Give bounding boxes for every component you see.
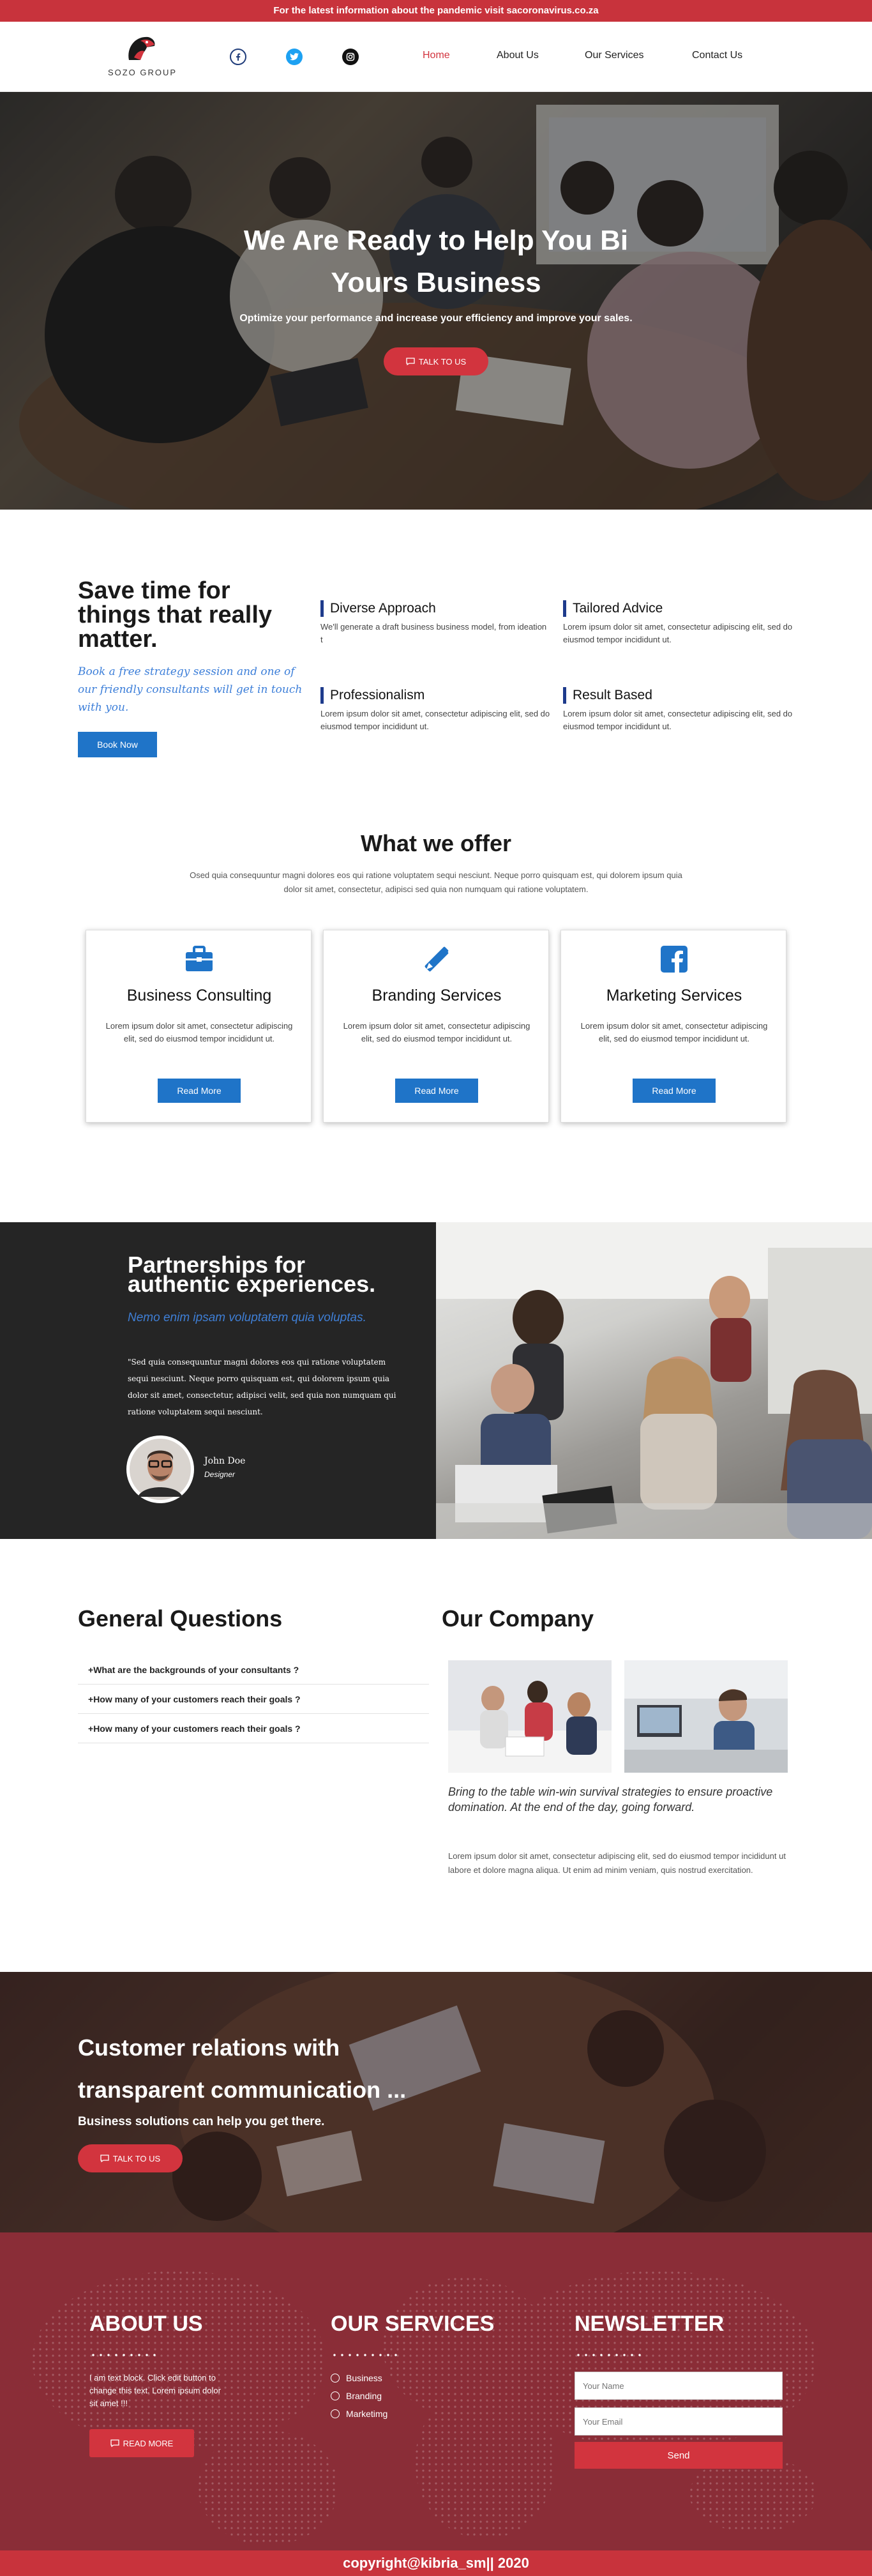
nav-about-us[interactable]: About Us [497, 50, 539, 61]
twitter-icon[interactable] [286, 49, 303, 65]
relations-talk-button[interactable]: TALK TO US [78, 2144, 183, 2172]
feature-professionalism: Professionalism Lorem ipsum dolor sit am… [320, 687, 550, 731]
instagram-icon[interactable] [342, 49, 359, 65]
company-tagline: Bring to the table win-win survival stra… [448, 1785, 773, 1814]
service-card-branding-services: Branding Services Lorem ipsum dolor sit … [323, 930, 549, 1123]
services-title: OUR SERVICES [331, 2312, 495, 2336]
email-input[interactable] [575, 2407, 783, 2436]
read-more-button[interactable]: Read More [158, 1079, 241, 1103]
customer-relations-section: Customer relations with transparent comm… [0, 1972, 872, 2232]
copyright: copyright@kibria_sm|| 2020 [0, 2550, 872, 2576]
arrow-circle-icon [331, 2409, 340, 2418]
footer-service-branding[interactable]: Branding [331, 2391, 382, 2401]
newsletter-title: NEWSLETTER [575, 2312, 725, 2336]
intro-heading: Save time for things that really matter. [78, 577, 273, 653]
service-card-business-consulting: Business Consulting Lorem ipsum dolor si… [86, 930, 312, 1123]
offer-title: What we offer [360, 830, 511, 856]
plus-icon: + [88, 1724, 94, 1734]
partnership-section: Partnerships for authentic experiences. … [0, 1222, 872, 1539]
faq-item[interactable]: +How many of your customers reach their … [78, 1714, 429, 1743]
footer-service-business[interactable]: Business [331, 2373, 382, 2383]
author-name: John Doe [204, 1456, 246, 1466]
feature-tailored-advice: Tailored Advice Lorem ipsum dolor sit am… [563, 600, 793, 644]
feature-result-based: Result Based Lorem ipsum dolor sit amet,… [563, 687, 793, 731]
relations-title: Customer relations with transparent comm… [78, 2034, 407, 2103]
footer-service-marketing[interactable]: Marketimg [331, 2409, 387, 2419]
name-input[interactable] [575, 2372, 783, 2400]
nav-home[interactable]: Home [423, 50, 450, 61]
send-button[interactable]: Send [575, 2442, 783, 2469]
hero-talk-button[interactable]: TALK TO US [384, 347, 488, 375]
book-now-button[interactable]: Book Now [78, 732, 157, 757]
team-photo-image [448, 1660, 612, 1773]
read-more-button[interactable]: Read More [633, 1079, 716, 1103]
arrow-circle-icon [331, 2374, 340, 2383]
pencil-ruler-icon [425, 946, 449, 972]
company-title: Our Company [442, 1605, 594, 1632]
faq-item[interactable]: +How many of your customers reach their … [78, 1685, 429, 1714]
faq-item[interactable]: +What are the backgrounds of your consul… [78, 1655, 429, 1685]
intro-quote: Book a free strategy session and one of … [78, 665, 303, 714]
arrow-circle-icon [331, 2391, 340, 2400]
nav-our-services[interactable]: Our Services [585, 50, 643, 61]
faq-title: General Questions [78, 1605, 283, 1632]
team-meeting-image [436, 1222, 872, 1539]
office-photo-image [624, 1660, 788, 1773]
chat-icon [110, 2439, 119, 2447]
service-card-marketing-services: Marketing Services Lorem ipsum dolor sit… [560, 930, 786, 1123]
partnership-panel: Partnerships for authentic experiences. … [0, 1222, 436, 1539]
nav-contact-us[interactable]: Contact Us [692, 50, 742, 61]
brand-name: SOZO GROUP [107, 68, 177, 77]
feature-diverse-approach: Diverse Approach We'll generate a draft … [320, 600, 550, 646]
partnership-subtitle: Nemo enim ipsam voluptatem quia voluptas… [128, 1311, 366, 1324]
relations-subtitle: Business solutions can help you get ther… [78, 2115, 325, 2128]
footer: ABOUT US I am text block. Click edit but… [0, 2232, 872, 2550]
facebook-icon [661, 946, 688, 973]
chat-icon [406, 358, 415, 365]
avatar [126, 1436, 194, 1503]
hero-section: We Are Ready to Help You Bi Yours Busine… [0, 92, 872, 510]
partnership-quote: "Sed quia consequuntur magni dolores eos… [128, 1358, 396, 1416]
announcement-bar: For the latest information about the pan… [0, 0, 872, 22]
hero-title: We Are Ready to Help You Bi Yours Busine… [243, 225, 629, 298]
navbar: SOZO GROUP Home About Us Our Services Co… [0, 22, 872, 92]
facebook-icon[interactable] [230, 49, 246, 65]
author-role: Designer [204, 1470, 236, 1479]
bird-logo-icon [128, 36, 155, 60]
plus-icon: + [88, 1694, 94, 1704]
chat-icon [100, 2155, 109, 2162]
partnership-title: Partnerships for authentic experiences. [128, 1252, 376, 1297]
read-more-button[interactable]: Read More [395, 1079, 478, 1103]
brand-logo[interactable]: SOZO GROUP [107, 32, 177, 82]
read-more-button[interactable]: READ MORE [89, 2429, 194, 2457]
hero-subtitle: Optimize your performance and increase y… [239, 313, 633, 324]
briefcase-icon [186, 946, 213, 971]
company-text: Lorem ipsum dolor sit amet, consectetur … [448, 1851, 786, 1875]
offer-subtitle: Osed quia consequuntur magni dolores eos… [190, 870, 682, 894]
about-title: ABOUT US [89, 2312, 203, 2336]
about-text: I am text block. Click edit button to ch… [89, 2373, 221, 2408]
plus-icon: + [88, 1665, 94, 1675]
